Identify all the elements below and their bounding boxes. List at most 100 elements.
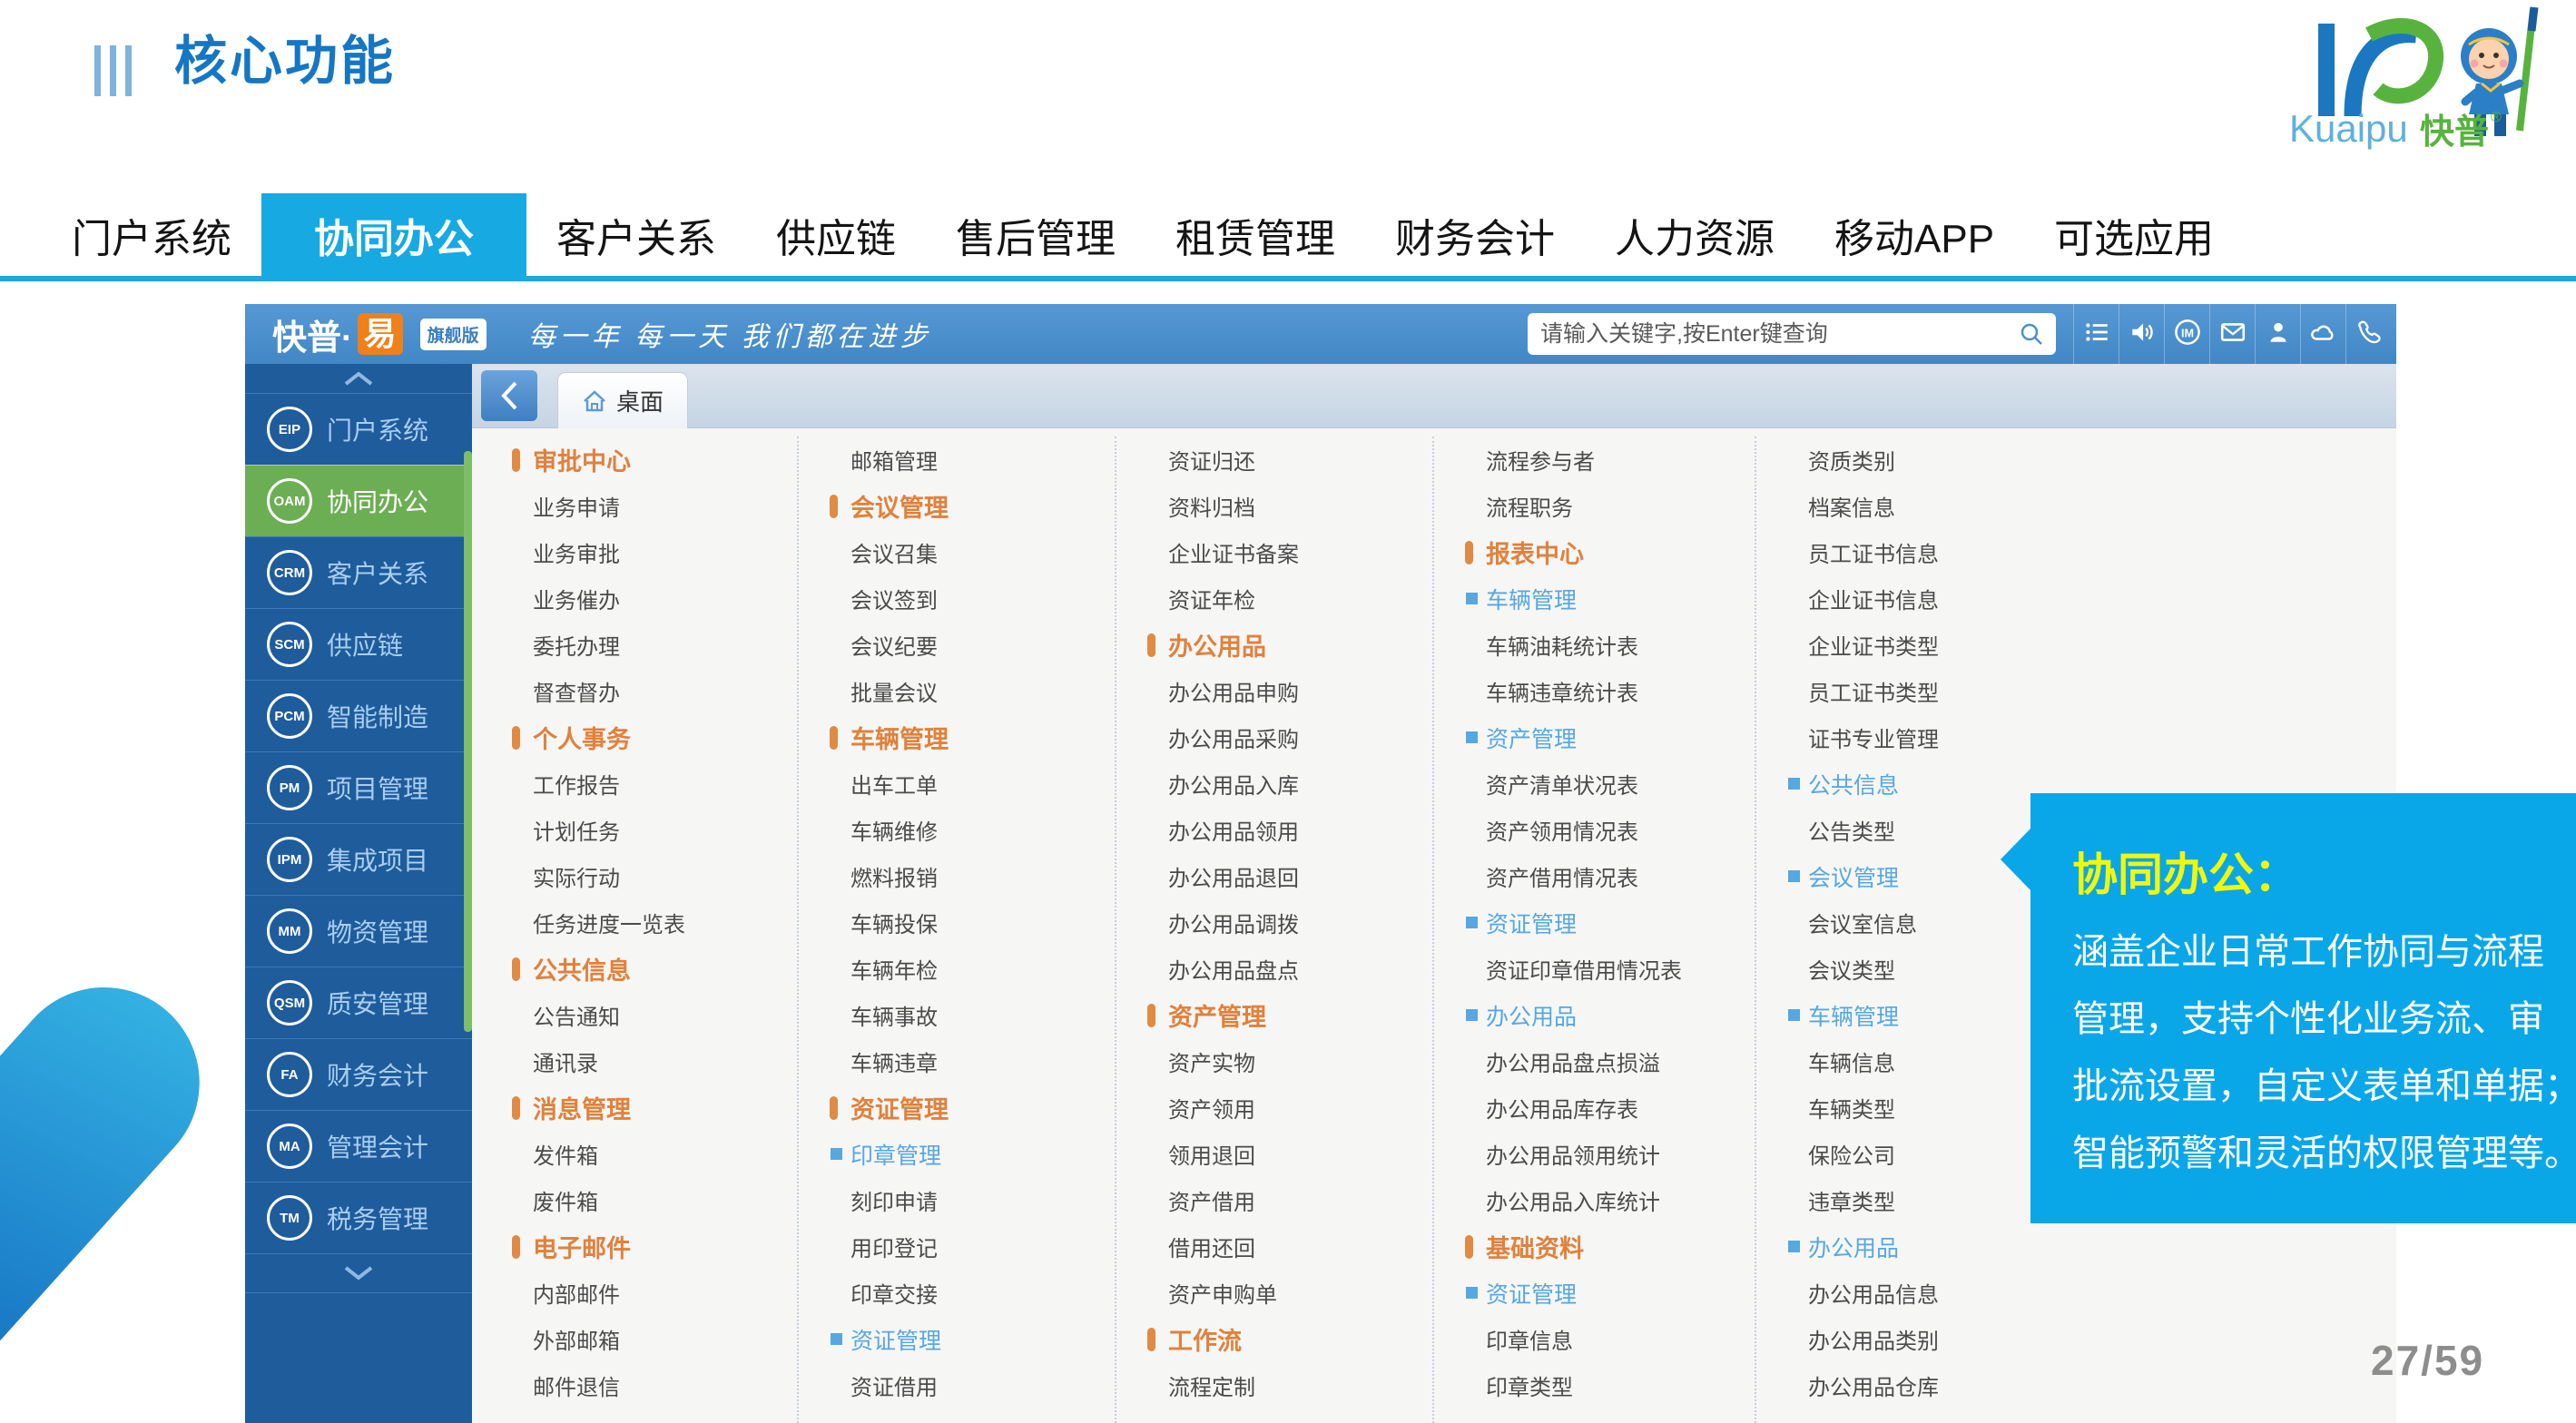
menu-item[interactable]: 业务审批 (481, 529, 797, 575)
menu-item[interactable]: 内部邮件 (481, 1270, 797, 1316)
menu-group-header[interactable]: 基础资料 (1434, 1223, 1755, 1270)
sidebar-item-pcm[interactable]: PCM智能制造 (245, 680, 472, 751)
menu-item[interactable]: 领用退回 (1116, 1131, 1432, 1177)
menu-item[interactable]: 邮件退信 (481, 1362, 797, 1408)
menu-item[interactable]: 办公用品入库 (1116, 761, 1432, 807)
search-icon[interactable] (2018, 320, 2045, 348)
sidebar-item-crm[interactable]: CRM客户关系 (245, 536, 472, 608)
sidebar-item-tm[interactable]: TM税务管理 (245, 1182, 472, 1253)
menu-subgroup-header[interactable]: 资产管理 (1434, 714, 1755, 761)
menu-item[interactable]: 会议签到 (799, 575, 1115, 622)
menu-item[interactable]: 计划任务 (481, 807, 797, 853)
menu-item[interactable]: 工作报告 (481, 761, 797, 807)
module-tab-8[interactable]: 移动APP (1804, 193, 2024, 276)
menu-subgroup-header[interactable]: 印章管理 (799, 1131, 1115, 1177)
menu-item[interactable]: 资证借用 (799, 1362, 1115, 1408)
menu-item[interactable]: 资产借用 (1116, 1177, 1432, 1223)
menu-item[interactable]: 办公用品类别 (1756, 1316, 2396, 1362)
sidebar-item-mm[interactable]: MM物资管理 (245, 895, 472, 967)
menu-item[interactable]: 资产领用情况表 (1434, 807, 1755, 853)
menu-subgroup-header[interactable]: 资证管理 (799, 1316, 1115, 1362)
menu-group-header[interactable]: 办公用品 (1116, 622, 1432, 668)
sidebar-item-pm[interactable]: PM项目管理 (245, 751, 472, 823)
menu-item[interactable]: 证书专业管理 (1756, 714, 2396, 761)
menu-group-header[interactable]: 个人事务 (481, 714, 797, 761)
menu-item[interactable]: 办公用品库存表 (1434, 1084, 1755, 1131)
menu-item[interactable]: 资产实物 (1116, 1038, 1432, 1084)
menu-item[interactable]: 员工证书信息 (1756, 529, 2396, 575)
module-tab-9[interactable]: 可选应用 (2024, 193, 2244, 276)
module-tab-5[interactable]: 租赁管理 (1145, 193, 1365, 276)
module-tab-1[interactable]: 协同办公 (261, 193, 526, 276)
menu-item[interactable]: 用印登记 (799, 1223, 1115, 1270)
menu-item[interactable]: 办公用品领用统计 (1434, 1131, 1755, 1177)
back-button[interactable] (481, 370, 537, 421)
menu-item[interactable]: 档案信息 (1756, 483, 2396, 529)
menu-item[interactable]: 督查督办 (481, 668, 797, 714)
module-tab-3[interactable]: 供应链 (746, 193, 926, 276)
menu-item[interactable]: 车辆事故 (799, 992, 1115, 1038)
search-input[interactable] (1539, 320, 2018, 348)
menu-item[interactable]: 车辆油耗统计表 (1434, 622, 1755, 668)
menu-subgroup-header[interactable]: 办公用品 (1434, 992, 1755, 1038)
menu-item[interactable]: 资产领用 (1116, 1084, 1432, 1131)
mail-button[interactable] (2209, 304, 2255, 364)
menu-item[interactable]: 办公用品盘点 (1116, 946, 1432, 992)
person-button[interactable] (2255, 304, 2300, 364)
tab-desktop[interactable]: 桌面 (557, 372, 688, 428)
menu-group-header[interactable]: 消息管理 (481, 1084, 797, 1131)
menu-item[interactable]: 批量会议 (799, 668, 1115, 714)
list-button[interactable] (2073, 304, 2119, 364)
menu-item[interactable]: 车辆违章 (799, 1038, 1115, 1084)
menu-item[interactable]: 办公用品调拨 (1116, 899, 1432, 946)
menu-item[interactable]: 资证年检 (1116, 575, 1432, 622)
menu-item[interactable]: 废件箱 (481, 1177, 797, 1223)
sidebar-scroll-down[interactable] (245, 1253, 472, 1292)
menu-item[interactable]: 车辆违章统计表 (1434, 668, 1755, 714)
menu-item[interactable]: 印章信息 (1434, 1316, 1755, 1362)
menu-item[interactable]: 资质类别 (1756, 437, 2396, 483)
menu-item[interactable]: 借用还回 (1116, 1223, 1432, 1270)
menu-group-header[interactable]: 电子邮件 (481, 1223, 797, 1270)
speaker-button[interactable] (2119, 304, 2164, 364)
sidebar-item-fa[interactable]: FA财务会计 (245, 1038, 472, 1110)
menu-item[interactable]: 印章类型 (1434, 1362, 1755, 1408)
menu-item[interactable]: 出车工单 (799, 761, 1115, 807)
menu-item[interactable]: 通讯录 (481, 1038, 797, 1084)
menu-item[interactable]: 资料归档 (1116, 483, 1432, 529)
module-tab-7[interactable]: 人力资源 (1585, 193, 1804, 276)
menu-item[interactable]: 办公用品信息 (1756, 1270, 2396, 1316)
module-tab-4[interactable]: 售后管理 (926, 193, 1145, 276)
menu-item[interactable]: 发件箱 (481, 1131, 797, 1177)
menu-item[interactable]: 业务催办 (481, 575, 797, 622)
menu-item[interactable]: 资产申购单 (1116, 1270, 1432, 1316)
menu-item[interactable]: 流程定制 (1116, 1362, 1432, 1408)
menu-item[interactable]: 公告通知 (481, 992, 797, 1038)
menu-item[interactable]: 车辆投保 (799, 899, 1115, 946)
menu-item[interactable]: 办公用品采购 (1116, 714, 1432, 761)
menu-item[interactable]: 外部邮箱 (481, 1316, 797, 1362)
menu-group-header[interactable]: 车辆管理 (799, 714, 1115, 761)
menu-item[interactable]: 燃料报销 (799, 853, 1115, 899)
menu-subgroup-header[interactable]: 办公用品 (1756, 1223, 2396, 1270)
menu-group-header[interactable]: 工作流 (1116, 1316, 1432, 1362)
module-tab-0[interactable]: 门户系统 (42, 193, 261, 276)
menu-item[interactable]: 员工证书类型 (1756, 668, 2396, 714)
menu-item[interactable]: 邮箱管理 (799, 437, 1115, 483)
menu-item[interactable]: 资产清单状况表 (1434, 761, 1755, 807)
menu-item[interactable]: 办公用品申购 (1116, 668, 1432, 714)
menu-item[interactable]: 企业证书类型 (1756, 622, 2396, 668)
menu-item[interactable]: 办公用品盘点损溢 (1434, 1038, 1755, 1084)
sidebar-item-ipm[interactable]: IPM集成项目 (245, 823, 472, 895)
menu-item[interactable]: 办公用品入库统计 (1434, 1177, 1755, 1223)
menu-group-header[interactable]: 报表中心 (1434, 529, 1755, 575)
sidebar-item-oam[interactable]: OAM协同办公 (245, 465, 472, 536)
menu-item[interactable]: 印章交接 (799, 1270, 1115, 1316)
menu-item[interactable]: 办公用品仓库 (1756, 1362, 2396, 1408)
menu-item[interactable]: 企业证书备案 (1116, 529, 1432, 575)
sidebar-item-ma[interactable]: MA管理会计 (245, 1110, 472, 1182)
menu-item[interactable]: 车辆维修 (799, 807, 1115, 853)
menu-item[interactable]: 刻印申请 (799, 1177, 1115, 1223)
im-button[interactable]: IM (2164, 304, 2209, 364)
menu-group-header[interactable]: 资产管理 (1116, 992, 1432, 1038)
